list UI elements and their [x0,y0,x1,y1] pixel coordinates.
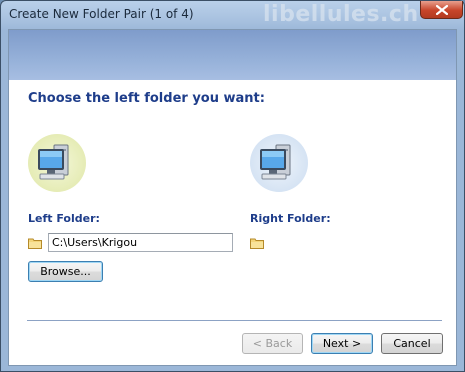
next-button[interactable]: Next > [311,333,373,354]
dialog-content: Choose the left folder you want: Left Fo… [8,29,457,366]
title-bar[interactable]: Create New Folder Pair (1 of 4) libellul… [1,1,464,29]
page-heading: Choose the left folder you want: [28,91,265,106]
computer-icon [38,144,69,180]
browse-button[interactable]: Browse... [28,261,103,282]
cancel-button[interactable]: Cancel [381,333,443,354]
header-banner [9,30,456,80]
dialog-window: Create New Folder Pair (1 of 4) libellul… [0,0,465,372]
right-folder-label: Right Folder: [250,212,331,225]
watermark-logo: libellules.ch [263,2,419,27]
window-title: Create New Folder Pair (1 of 4) [9,7,194,21]
computer-icon [260,144,291,180]
footer-divider [27,320,442,321]
left-folder-path-input[interactable] [48,233,233,252]
folder-icon[interactable] [250,237,264,249]
right-computer-badge [250,134,308,192]
back-button[interactable]: < Back [242,333,303,354]
folder-icon [28,238,42,249]
left-computer-badge [28,134,86,192]
left-folder-label: Left Folder: [28,212,100,225]
close-icon [436,5,448,15]
close-button[interactable] [420,1,463,19]
